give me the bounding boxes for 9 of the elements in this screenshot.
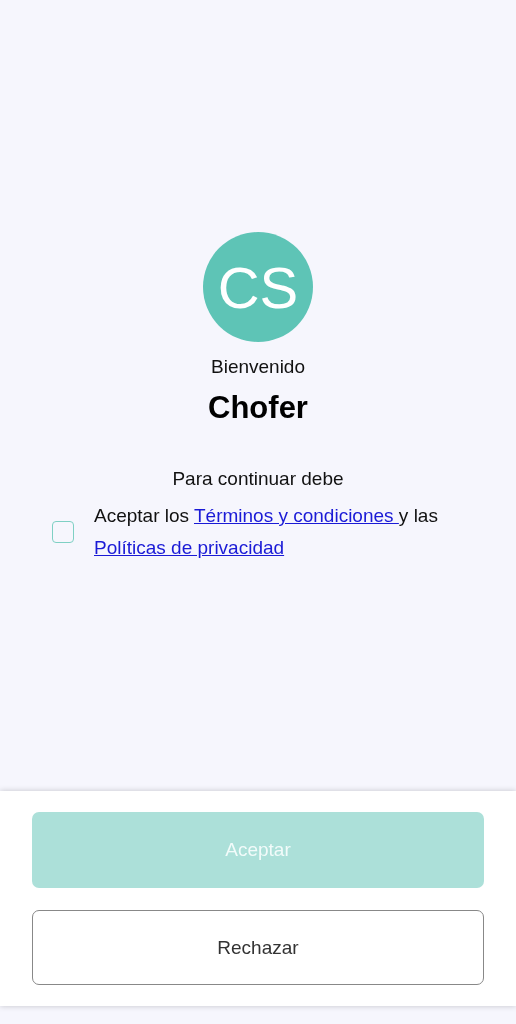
greeting-text: Bienvenido [211,356,305,378]
user-name: Chofer [208,390,308,426]
consent-checkbox[interactable] [52,521,74,543]
instruction-text: Para continuar debe [172,468,344,490]
reject-button[interactable]: Rechazar [32,910,484,985]
terms-link[interactable]: Términos y condiciones [194,505,399,526]
avatar: CS [203,232,313,342]
privacy-link[interactable]: Políticas de privacidad [94,537,285,558]
consent-text: Aceptar los Términos y condiciones y las Políticas de privacidad [94,504,439,560]
